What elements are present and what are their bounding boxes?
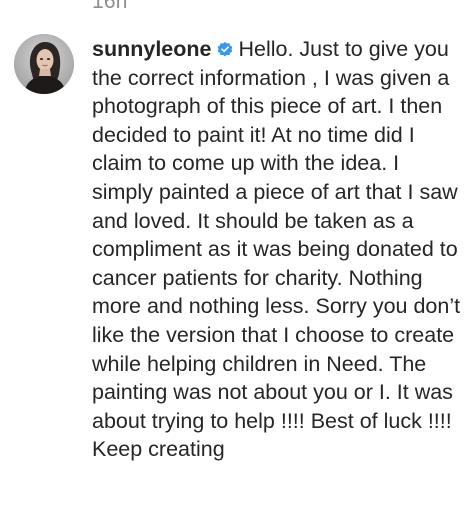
avatar-photo-icon [14, 34, 74, 94]
comment-body: sunnyleone Hello. Just to give you the c… [92, 35, 464, 464]
avatar[interactable] [14, 34, 74, 94]
comment-text: Hello. Just to give you the correct info… [92, 37, 461, 462]
verified-badge-icon [218, 41, 233, 57]
comment-timestamp[interactable]: 16h [92, 0, 128, 14]
comment-username[interactable]: sunnyleone [92, 37, 211, 61]
previous-comment-meta: 16h [0, 0, 467, 22]
